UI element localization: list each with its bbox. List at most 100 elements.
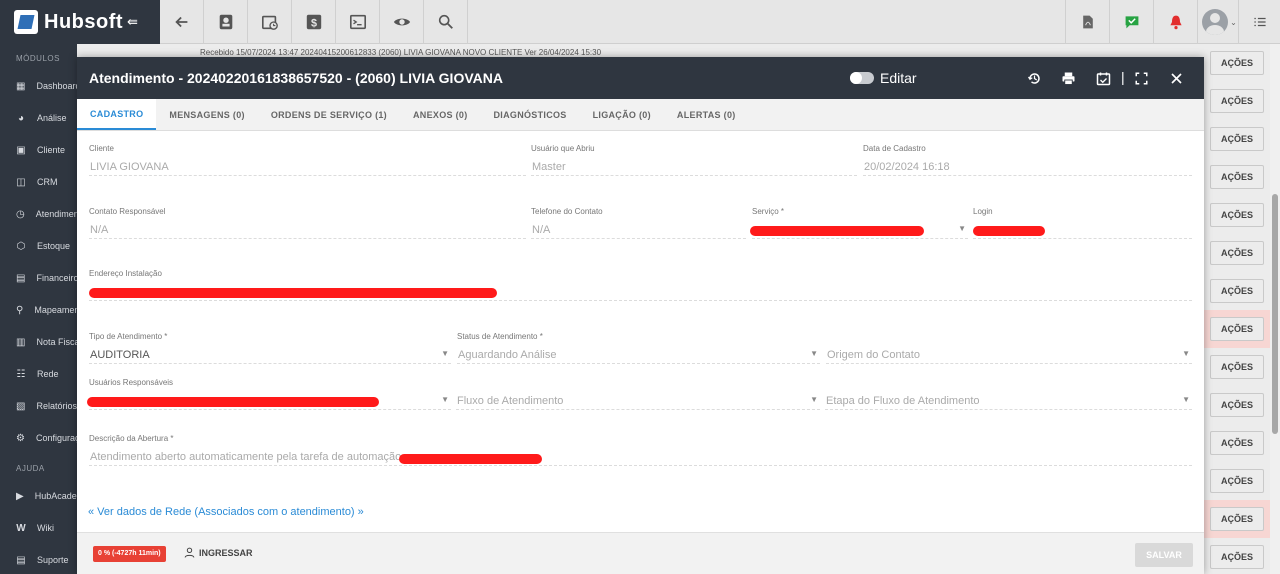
ingressar-button[interactable]: INGRESSAR (184, 547, 253, 558)
etapa-fluxo-select[interactable]: Etapa do Fluxo de Atendimento ▼ (825, 378, 1192, 410)
data-cadastro-field: Data de Cadastro 20/02/2024 16:18 (863, 144, 1192, 176)
contato-responsavel-label: Contato Responsável (89, 207, 166, 216)
terminal-button[interactable] (336, 0, 380, 44)
background-table-row: AÇÕES (1204, 386, 1270, 424)
servico-select[interactable]: Serviço * ▼ (750, 207, 968, 239)
finance-button[interactable]: $ (292, 0, 336, 44)
fluxo-atendimento-label (456, 378, 820, 390)
header-separator: | (1121, 69, 1125, 85)
actions-button[interactable]: AÇÕES (1210, 431, 1264, 455)
sidebar-item-rede[interactable]: ☷ Rede (0, 358, 77, 390)
redaction-mark (87, 397, 379, 407)
servico-value[interactable]: ▼ (750, 219, 968, 239)
actions-button[interactable]: AÇÕES (1210, 165, 1264, 189)
tab-cadastro[interactable]: CADASTRO (77, 99, 157, 130)
descricao-abertura-value[interactable]: Atendimento aberto automaticamente pela … (89, 446, 1192, 466)
sidebar-item-estoque[interactable]: ⬡ Estoque (0, 230, 77, 262)
save-button[interactable]: SALVAR (1135, 543, 1193, 567)
sidebar-item-cliente[interactable]: ▣ Cliente (0, 134, 77, 166)
actions-button[interactable]: AÇÕES (1210, 393, 1264, 417)
tipo-atendimento-select[interactable]: Tipo de Atendimento * AUDITORIA ▼ (89, 332, 451, 364)
sidebar-item-nota-fiscal[interactable]: ▥ Nota Fiscal (0, 326, 77, 358)
tab-anexos[interactable]: ANEXOS (0) (400, 99, 481, 130)
telefone-contato-field: Telefone do Contato N/A (531, 207, 746, 239)
scrollbar-thumb[interactable] (1272, 194, 1278, 434)
page-scrollbar[interactable] (1270, 44, 1280, 574)
actions-button[interactable]: AÇÕES (1210, 51, 1264, 75)
status-atendimento-value[interactable]: Aguardando Análise ▼ (457, 344, 820, 364)
contacts-button[interactable] (204, 0, 248, 44)
origem-contato-select[interactable]: Origem do Contato ▼ (826, 332, 1192, 364)
tab-ligacao[interactable]: LIGAÇÃO (0) (580, 99, 664, 130)
usuarios-responsaveis-select[interactable]: Usuários Responsáveis ▼ (87, 378, 451, 410)
document-icon: ▥ (16, 336, 26, 348)
sidebar-item-label: Mapeamento (34, 305, 77, 315)
fluxo-atendimento-value[interactable]: Fluxo de Atendimento ▼ (456, 390, 820, 410)
actions-button[interactable]: AÇÕES (1210, 507, 1264, 531)
grid-icon: ▦ (16, 80, 26, 92)
actions-button[interactable]: AÇÕES (1210, 545, 1264, 569)
etapa-fluxo-label (825, 378, 1192, 390)
sidebar-item-analise[interactable]: ◕ Análise (0, 102, 77, 134)
sidebar-section-help: AJUDA (16, 464, 45, 473)
background-table-row: AÇÕES (1204, 348, 1270, 386)
fullscreen-icon[interactable] (1133, 70, 1149, 86)
close-icon[interactable] (1168, 70, 1184, 86)
sidebar-item-financeiro[interactable]: ▤ Financeiro (0, 262, 77, 294)
ingressar-label: INGRESSAR (199, 547, 253, 558)
tab-alertas[interactable]: ALERTAS (0) (664, 99, 749, 130)
actions-button[interactable]: AÇÕES (1210, 203, 1264, 227)
user-menu[interactable]: ⌄ (1197, 0, 1241, 44)
print-icon[interactable] (1060, 70, 1076, 86)
sidebar-item-dashboard[interactable]: ▦ Dashboard (0, 70, 77, 102)
endereco-instalacao-value (89, 281, 1192, 301)
view-button[interactable] (380, 0, 424, 44)
brand[interactable]: Hubsoft ⇚ (0, 0, 160, 44)
schedule-button[interactable] (248, 0, 292, 44)
tab-mensagens[interactable]: MENSAGENS (0) (156, 99, 257, 130)
sidebar-item-suporte[interactable]: ▤ Suporte (0, 544, 77, 574)
fluxo-atendimento-placeholder: Fluxo de Atendimento (457, 395, 564, 407)
edit-toggle[interactable] (850, 72, 874, 84)
sidebar-item-atendimento[interactable]: ◷ Atendimento (0, 198, 77, 230)
modal-footer: 0 % (-4727h 11min) INGRESSAR SALVAR (77, 532, 1204, 574)
menu-button[interactable] (1238, 0, 1280, 44)
sidebar-item-label: Cliente (37, 145, 66, 155)
back-button[interactable] (160, 0, 204, 44)
usuarios-responsaveis-value[interactable]: ▼ (87, 390, 451, 410)
background-table-row: AÇÕES (1204, 424, 1270, 462)
actions-button[interactable]: AÇÕES (1210, 469, 1264, 493)
actions-button[interactable]: AÇÕES (1210, 241, 1264, 265)
sidebar-item-configuracoes[interactable]: ⚙ Configurações (0, 422, 77, 454)
alarm-button[interactable] (1153, 0, 1197, 44)
sidebar-item-mapeamento[interactable]: ⚲ Mapeamento (0, 294, 77, 326)
actions-button[interactable]: AÇÕES (1210, 317, 1264, 341)
history-icon[interactable] (1026, 70, 1042, 86)
origem-contato-value[interactable]: Origem do Contato ▼ (826, 344, 1192, 364)
sidebar-item-hubacademy[interactable]: ▶ HubAcademy (0, 480, 77, 512)
terminal-icon (349, 14, 366, 30)
back-arrow-icon (174, 16, 187, 28)
calendar-check-icon[interactable] (1095, 70, 1111, 86)
status-atendimento-select[interactable]: Status de Atendimento * Aguardando Análi… (457, 332, 820, 364)
search-button[interactable] (424, 0, 468, 44)
chat-button[interactable] (1109, 0, 1153, 44)
actions-button[interactable]: AÇÕES (1210, 89, 1264, 113)
sidebar-item-label: Suporte (37, 555, 69, 565)
tipo-atendimento-value[interactable]: AUDITORIA ▼ (89, 344, 451, 364)
tab-ordens-servico[interactable]: ORDENS DE SERVIÇO (1) (258, 99, 400, 130)
collapse-sidebar-icon[interactable]: ⇚ (127, 14, 138, 30)
sidebar-item-relatorios[interactable]: ▧ Relatórios (0, 390, 77, 422)
tab-diagnosticos[interactable]: DIAGNÓSTICOS (481, 99, 580, 130)
sidebar-item-wiki[interactable]: W Wiki (0, 512, 77, 544)
descricao-abertura-field[interactable]: Descrição da Abertura * Atendimento aber… (89, 434, 1192, 466)
sidebar-item-crm[interactable]: ◫ CRM (0, 166, 77, 198)
actions-button[interactable]: AÇÕES (1210, 355, 1264, 379)
actions-button[interactable]: AÇÕES (1210, 127, 1264, 151)
ver-dados-rede-link[interactable]: « Ver dados de Rede (Associados com o at… (88, 506, 364, 518)
actions-button[interactable]: AÇÕES (1210, 279, 1264, 303)
fluxo-atendimento-select[interactable]: Fluxo de Atendimento ▼ (456, 378, 820, 410)
etapa-fluxo-value[interactable]: Etapa do Fluxo de Atendimento ▼ (825, 390, 1192, 410)
pdf-button[interactable] (1065, 0, 1109, 44)
eye-icon (393, 18, 410, 26)
